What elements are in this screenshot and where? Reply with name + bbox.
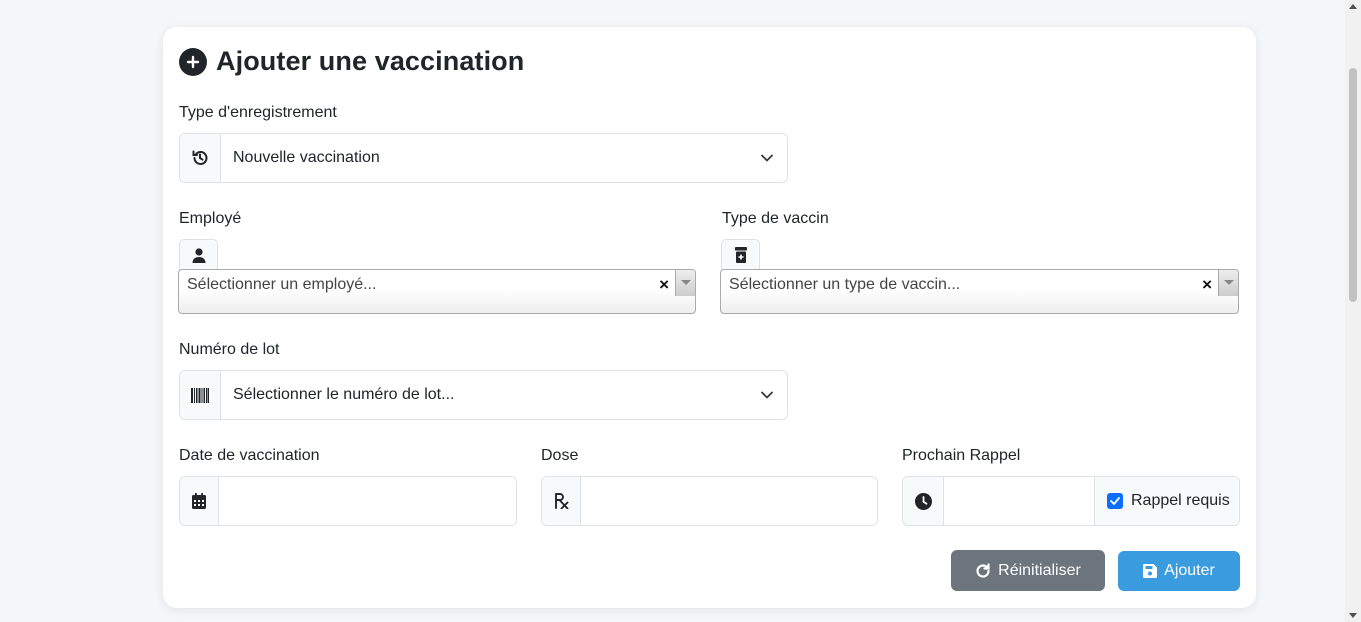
add-button-label: Ajouter	[1164, 562, 1215, 579]
employee-dropdown-arrow[interactable]	[675, 270, 695, 296]
dose-group	[541, 476, 878, 526]
chevron-down-icon	[761, 149, 773, 167]
dose-input[interactable]	[581, 477, 877, 525]
record-type-select[interactable]: Nouvelle vaccination	[179, 133, 788, 183]
redo-icon	[976, 562, 990, 578]
add-button[interactable]: Ajouter	[1118, 551, 1240, 591]
booster-required-checkbox[interactable]: Rappel requis	[1094, 477, 1239, 525]
lot-number-value: Sélectionner le numéro de lot...	[233, 386, 455, 403]
vaccination-date-input[interactable]	[219, 477, 516, 525]
next-booster-label: Prochain Rappel	[902, 447, 1021, 464]
clock-icon	[903, 477, 944, 525]
lot-number-select[interactable]: Sélectionner le numéro de lot...	[179, 370, 788, 420]
vaccine-type-label: Type de vaccin	[722, 210, 829, 227]
scroll-down-arrow[interactable]	[1349, 613, 1357, 618]
next-booster-input[interactable]	[944, 477, 1094, 525]
lot-number-label: Numéro de lot	[179, 341, 280, 358]
vaccine-type-clear-button[interactable]: ×	[1202, 275, 1212, 295]
page-title: Ajouter une vaccination	[216, 46, 525, 76]
reset-button-label: Réinitialiser	[998, 561, 1081, 579]
vaccine-type-select-placeholder: Sélectionner un type de vaccin...	[729, 276, 961, 293]
employee-label: Employé	[179, 210, 242, 227]
prescription-bottle-icon	[721, 239, 760, 270]
record-type-value: Nouvelle vaccination	[233, 149, 380, 166]
page-scrollbar[interactable]	[1345, 0, 1361, 622]
barcode-icon	[180, 371, 221, 419]
vaccine-type-select[interactable]: Sélectionner un type de vaccin... ×	[720, 269, 1239, 314]
scrollbar-thumb[interactable]	[1349, 68, 1357, 302]
calendar-icon	[180, 477, 219, 525]
next-booster-group: Rappel requis	[902, 476, 1240, 526]
employee-select-placeholder: Sélectionner un employé...	[187, 276, 377, 293]
checkbox-checked-icon[interactable]	[1107, 493, 1123, 509]
prescription-icon	[542, 477, 581, 525]
reset-button[interactable]: Réinitialiser	[951, 550, 1105, 591]
vaccination-date-label: Date de vaccination	[179, 447, 320, 464]
save-icon	[1143, 564, 1158, 578]
record-type-label: Type d'enregistrement	[179, 104, 337, 121]
vaccination-date-group	[179, 476, 517, 526]
employee-select[interactable]: Sélectionner un employé... ×	[178, 269, 696, 314]
booster-required-label: Rappel requis	[1131, 492, 1230, 509]
vaccine-type-dropdown-arrow[interactable]	[1218, 270, 1238, 296]
plus-circle-icon	[179, 47, 207, 76]
chevron-down-icon	[761, 386, 773, 404]
history-icon	[180, 134, 221, 182]
dose-label: Dose	[541, 447, 579, 464]
vaccination-form-card: Ajouter une vaccination Type d'enregistr…	[163, 27, 1256, 608]
form-header: Ajouter une vaccination	[179, 46, 524, 77]
user-icon	[179, 239, 218, 270]
employee-clear-button[interactable]: ×	[659, 275, 669, 295]
scroll-up-arrow[interactable]	[1349, 4, 1357, 9]
